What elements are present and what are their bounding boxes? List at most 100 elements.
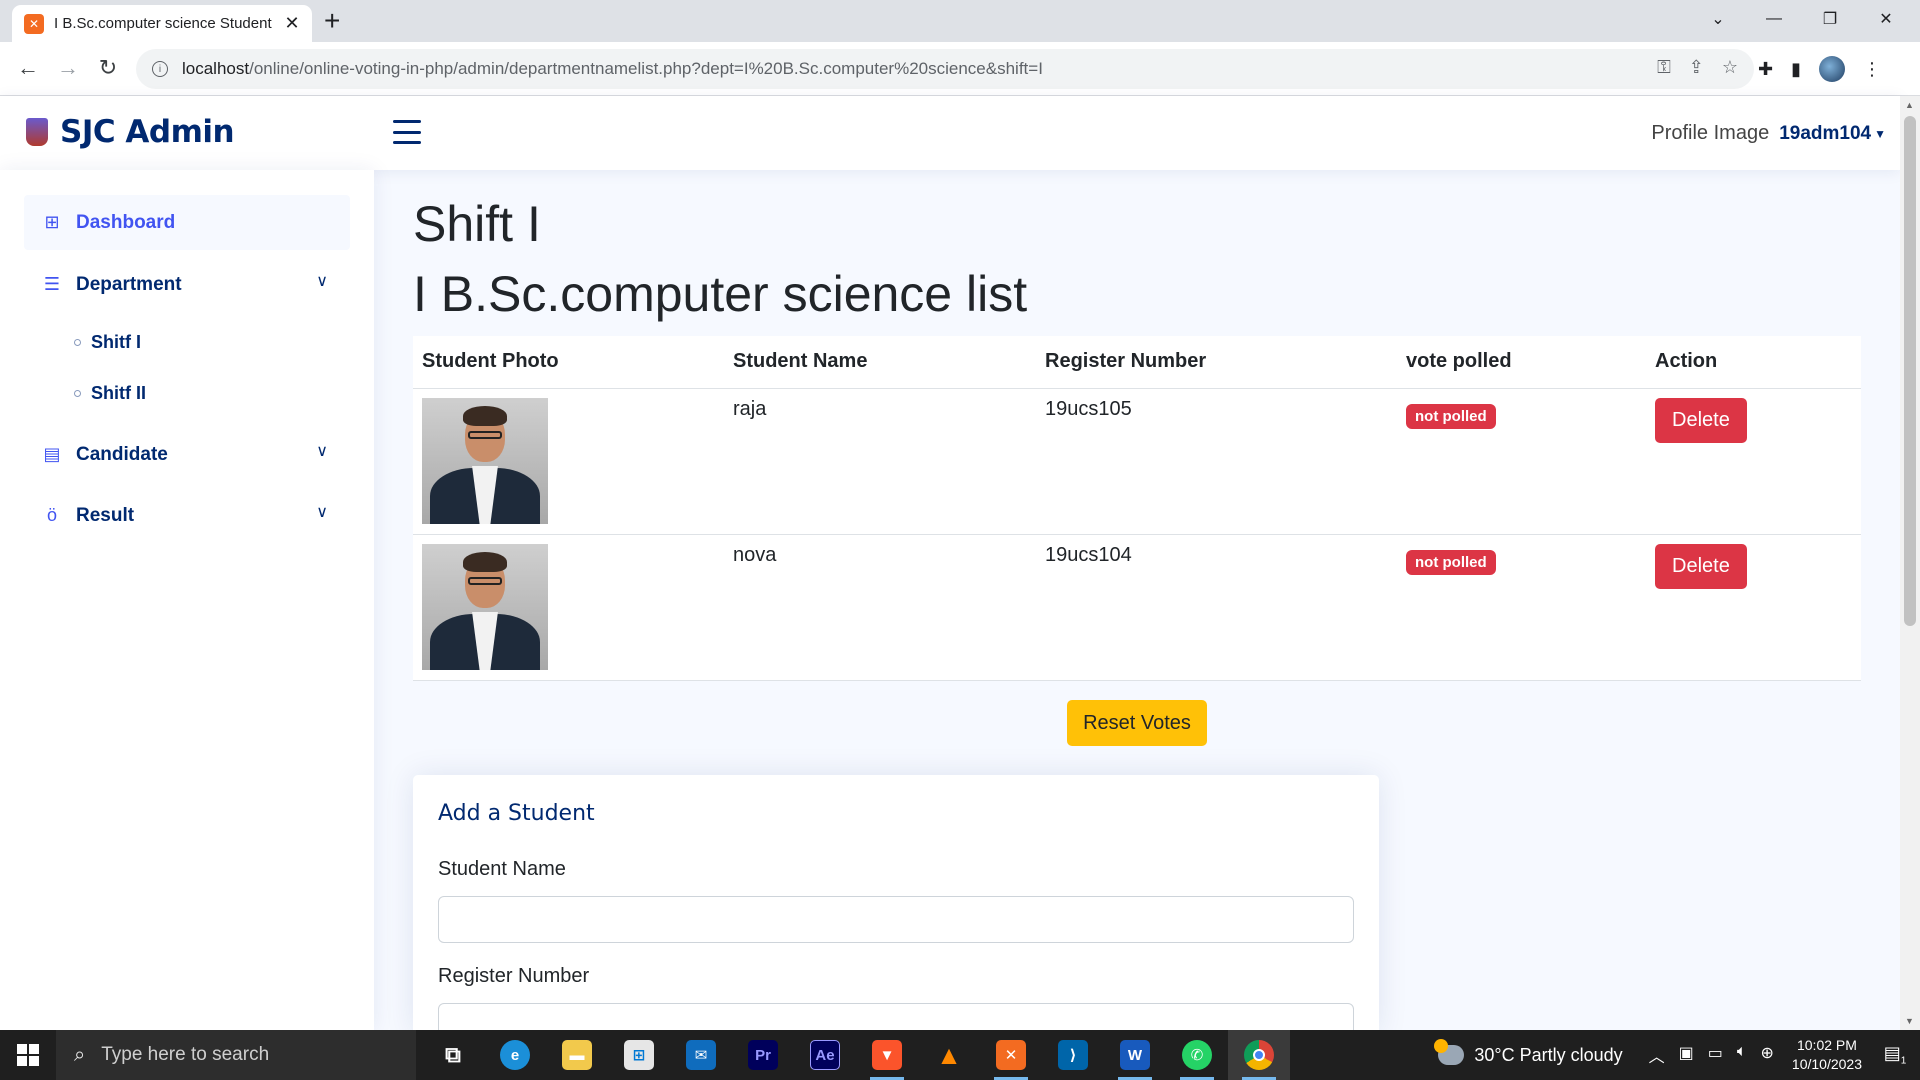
browser-profile-avatar[interactable] xyxy=(1819,56,1845,82)
menu-toggle-icon[interactable] xyxy=(393,120,421,144)
brave-icon[interactable]: ▼ xyxy=(856,1030,918,1080)
after-effects-icon[interactable]: Ae xyxy=(794,1030,856,1080)
windows-icon xyxy=(17,1044,39,1066)
sidebar-subitem-shift2[interactable]: Shitf II xyxy=(74,383,146,404)
table-row: raja 19ucs105 not polled Delete xyxy=(413,388,1861,535)
chevron-down-icon: ∨ xyxy=(316,504,328,521)
register-number: 19ucs104 xyxy=(1036,534,1397,681)
table-header-row: Student Photo Student Name Register Numb… xyxy=(413,336,1861,389)
page-scrollbar[interactable]: ▲ ▼ xyxy=(1900,96,1920,1030)
side-panel-icon[interactable]: ▮ xyxy=(1791,59,1801,80)
logo-emblem-icon xyxy=(26,118,48,146)
store-icon[interactable]: ⊞ xyxy=(608,1030,670,1080)
premiere-pro-icon[interactable]: Pr xyxy=(732,1030,794,1080)
scroll-up-icon[interactable]: ▲ xyxy=(1905,100,1914,110)
extensions-puzzle-icon[interactable]: ✚ xyxy=(1758,59,1773,80)
column-header: Register Number xyxy=(1036,336,1397,389)
system-tray: 30°C Partly cloudy ︿ ▣ ▭ 🔈︎ ⊕ 10:02 PM 1… xyxy=(1434,1030,1920,1080)
profile-image: Profile Image xyxy=(1651,122,1770,144)
reset-votes-button[interactable]: Reset Votes xyxy=(1067,700,1207,746)
clock[interactable]: 10:02 PM 10/10/2023 xyxy=(1792,1036,1862,1074)
circle-icon xyxy=(74,390,81,397)
chevron-down-icon: ∨ xyxy=(316,443,328,460)
vote-status-cell: not polled xyxy=(1397,388,1646,535)
logo[interactable]: SJC Admin xyxy=(26,114,235,150)
list-icon: ☰ xyxy=(43,274,61,294)
delete-button[interactable]: Delete xyxy=(1655,543,1747,589)
minimize-button[interactable]: — xyxy=(1746,0,1802,38)
profile-dropdown[interactable]: Profile Image 19adm104 ▼ xyxy=(1651,122,1886,145)
student-name-label: Student Name xyxy=(438,858,566,880)
brand-title: SJC Admin xyxy=(60,114,235,150)
sidebar-item-candidate[interactable]: ▤ Candidate ∨ xyxy=(24,427,350,482)
xampp-icon[interactable]: ✕ xyxy=(980,1030,1042,1080)
notification-icon[interactable]: ▤1 xyxy=(1880,1043,1910,1067)
browser-tab[interactable]: ✕ I B.Sc.computer science Student ✕ xyxy=(12,5,312,42)
meet-icon[interactable]: ▣ xyxy=(1679,1043,1694,1067)
volume-icon[interactable]: 🔈︎ xyxy=(1737,1043,1747,1067)
battery-icon[interactable]: ▭ xyxy=(1708,1043,1723,1067)
column-header: vote polled xyxy=(1397,336,1646,389)
photo-cell xyxy=(413,534,724,681)
close-window-button[interactable]: ✕ xyxy=(1858,0,1914,38)
sidebar-item-label: Candidate xyxy=(76,443,168,465)
edge-icon[interactable]: e xyxy=(484,1030,546,1080)
close-tab-icon[interactable]: ✕ xyxy=(282,13,302,34)
tab-search-icon[interactable]: ⌄ xyxy=(1690,0,1746,38)
url-text[interactable]: localhost/online/online-voting-in-php/ad… xyxy=(182,59,1043,79)
browser-menu-icon[interactable]: ⋮ xyxy=(1863,59,1881,80)
address-bar[interactable]: i localhost/online/online-voting-in-php/… xyxy=(136,49,1754,89)
main-content: Shift I I B.Sc.computer science list Stu… xyxy=(374,170,1900,1050)
scrollbar-thumb[interactable] xyxy=(1904,116,1916,626)
grid-icon: ⊞ xyxy=(44,212,60,232)
forward-icon[interactable]: → xyxy=(52,52,84,84)
start-button[interactable] xyxy=(0,1030,56,1080)
scroll-down-icon[interactable]: ▼ xyxy=(1905,1016,1914,1026)
chevron-up-icon[interactable]: ︿ xyxy=(1649,1043,1665,1067)
bookmark-star-icon[interactable]: ☆ xyxy=(1722,57,1738,78)
clock-date: 10/10/2023 xyxy=(1791,1056,1862,1072)
weather-widget[interactable]: 30°C Partly cloudy xyxy=(1434,1039,1623,1066)
sidebar-item-result[interactable]: ö Result ∨ xyxy=(24,488,350,543)
taskbar-search[interactable]: ⌕ Type here to search xyxy=(56,1030,416,1080)
profile-username[interactable]: 19adm104 xyxy=(1779,123,1871,145)
task-view-icon[interactable]: ⧉ xyxy=(422,1030,484,1080)
sidebar-item-dashboard[interactable]: ⊞ Dashboard xyxy=(24,195,350,250)
site-info-icon[interactable]: i xyxy=(152,61,168,77)
reload-icon[interactable]: ↻ xyxy=(92,52,124,84)
column-header: Student Photo xyxy=(413,336,724,389)
column-header: Student Name xyxy=(724,336,1036,389)
vscode-icon[interactable]: ⟩ xyxy=(1042,1030,1104,1080)
xampp-icon: ✕ xyxy=(24,13,44,34)
word-icon[interactable]: W xyxy=(1104,1030,1166,1080)
student-name-input[interactable] xyxy=(438,896,1354,943)
taskbar: ⌕ Type here to search ⧉ e ▬ ⊞ ✉ Pr Ae ▼ … xyxy=(0,1030,1920,1080)
chevron-down-icon: ∨ xyxy=(316,273,328,290)
table-row: nova 19ucs104 not polled Delete xyxy=(413,534,1861,681)
password-key-icon[interactable]: ⚿ xyxy=(1657,57,1671,78)
sidebar-item-label: Department xyxy=(76,273,182,295)
delete-button[interactable]: Delete xyxy=(1655,397,1747,443)
sidebar-subitem-shift1[interactable]: Shitf I xyxy=(74,332,141,353)
network-globe-icon[interactable]: ⊕ xyxy=(1761,1043,1774,1067)
sidebar: ⊞ Dashboard ☰ Department ∨ Shitf I Shitf… xyxy=(0,170,374,1030)
restore-button[interactable]: ❐ xyxy=(1802,0,1858,38)
search-placeholder: Type here to search xyxy=(101,1044,270,1065)
award-icon: ö xyxy=(46,505,57,525)
status-badge: not polled xyxy=(1406,549,1496,575)
sidebar-item-department[interactable]: ☰ Department ∨ xyxy=(24,257,350,312)
clock-time: 10:02 PM xyxy=(1796,1037,1857,1053)
back-icon[interactable]: ← xyxy=(12,52,44,84)
new-tab-button[interactable]: + xyxy=(324,6,340,36)
share-icon[interactable]: ⇪ xyxy=(1689,57,1704,78)
chrome-icon[interactable] xyxy=(1228,1030,1290,1080)
vlc-icon[interactable]: ▲ xyxy=(918,1030,980,1080)
caret-down-icon: ▼ xyxy=(1874,126,1886,141)
whatsapp-icon[interactable]: ✆ xyxy=(1166,1030,1228,1080)
search-icon: ⌕ xyxy=(74,1043,86,1066)
mail-icon[interactable]: ✉ xyxy=(670,1030,732,1080)
weather-text: 30°C Partly cloudy xyxy=(1474,1044,1623,1065)
sidebar-subitem-label: Shitf I xyxy=(91,332,141,352)
file-explorer-icon[interactable]: ▬ xyxy=(546,1030,608,1080)
sidebar-item-label: Dashboard xyxy=(76,211,176,233)
